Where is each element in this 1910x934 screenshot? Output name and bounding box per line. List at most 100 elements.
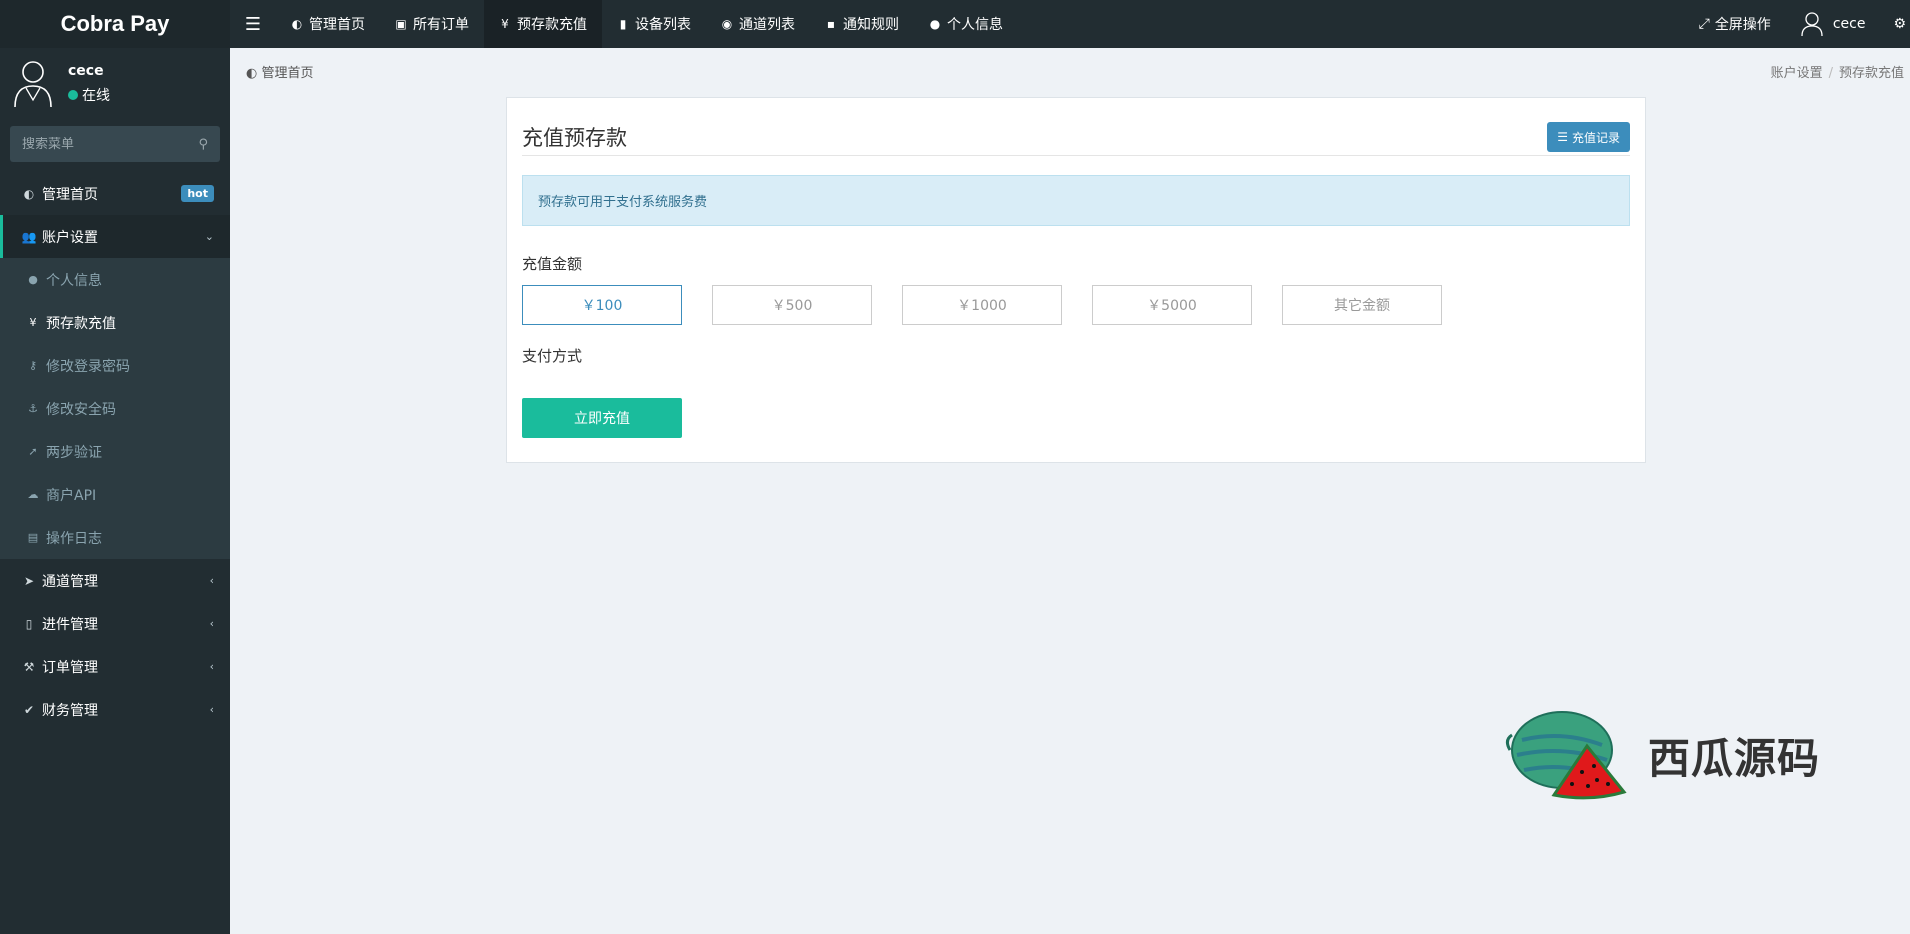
topnav-orders[interactable]: ▣ 所有订单 (380, 0, 484, 48)
amount-option-other[interactable]: 其它金额 (1282, 285, 1442, 325)
deposit-panel: 充值预存款 ☰ 充值记录 预存款可用于支付系统服务费 充值金额 ￥100 ￥500… (506, 97, 1646, 463)
amount-option-100[interactable]: ￥100 (522, 285, 682, 325)
channel-icon: ◉ (721, 17, 733, 31)
user-menu[interactable]: cece (1785, 0, 1880, 48)
topnav-label: 管理首页 (309, 17, 365, 33)
avatar (14, 61, 52, 108)
chevron-left-icon: ‹ (209, 617, 214, 630)
sidebar-item-finance[interactable]: ✔ 财务管理 ‹ (0, 688, 230, 731)
topnav-profile[interactable]: ● 个人信息 (914, 0, 1018, 48)
menu-search-input[interactable] (22, 136, 199, 152)
sidebar-subitem-login-password[interactable]: ⚷ 修改登录密码 (0, 344, 230, 387)
yen-icon: ¥ (29, 316, 37, 329)
sidebar-search: ⚲ (10, 126, 220, 162)
page-title: 充值预存款 (522, 126, 627, 150)
subitem-label: 预存款充值 (46, 315, 116, 332)
rocket-icon: ➚ (28, 445, 38, 458)
sidebar-item-orders[interactable]: ⚒ 订单管理 ‹ (0, 645, 230, 688)
menu-icon: ☰ (244, 13, 262, 35)
title-divider (522, 155, 1630, 156)
top-right-actions: ⤢ 全屏操作 cece ⚙ (1685, 0, 1910, 48)
fullscreen-button[interactable]: ⤢ 全屏操作 (1685, 0, 1785, 48)
breadcrumb-home[interactable]: ◐ 管理首页 (246, 62, 314, 81)
recharge-now-button[interactable]: 立即充值 (522, 398, 682, 438)
sidebar-item-label: 通道管理 (42, 573, 98, 590)
breadcrumb-separator: / (1828, 66, 1833, 81)
sidebar-subitem-profile[interactable]: ● 个人信息 (0, 258, 230, 301)
search-icon[interactable]: ⚲ (198, 137, 208, 152)
gears-icon: ⚙ (1893, 16, 1906, 32)
topnav-channels[interactable]: ◉ 通道列表 (706, 0, 810, 48)
topnav-label: 通知规则 (843, 17, 899, 33)
sidebar-item-account[interactable]: 👥 账户设置 ⌄ (0, 215, 230, 258)
sidebar-subitem-2fa[interactable]: ➚ 两步验证 (0, 430, 230, 473)
amount-label: 充值金额 (522, 255, 583, 273)
chevron-left-icon: ‹ (209, 660, 214, 673)
deposit-record-button[interactable]: ☰ 充值记录 (1547, 122, 1630, 152)
sidebar: cece 在线 ⚲ ◐ 管理首页 hot 👥 账户设置 ⌄ ● 个人信息 ¥ 预存款… (0, 48, 230, 934)
breadcrumb-home-label: 管理首页 (261, 66, 314, 81)
topnav-deposit[interactable]: ¥ 预存款充值 (484, 0, 602, 48)
sidebar-item-channels[interactable]: ➤ 通道管理 ‹ (0, 559, 230, 602)
chevron-left-icon: ‹ (209, 574, 214, 587)
record-button-label: 充值记录 (1571, 130, 1620, 145)
user-circle-icon: ● (929, 17, 941, 31)
list-icon: ☰ (1557, 130, 1568, 144)
amount-option-5000[interactable]: ￥5000 (1092, 285, 1252, 325)
sidebar-subitem-logs[interactable]: ▤ 操作日志 (0, 516, 230, 559)
brand-logo[interactable]: Cobra Pay (0, 0, 230, 48)
main-content: ◐ 管理首页 账户设置 / 预存款充值 充值预存款 ☰ 充值记录 预存款可用于支付系统… (230, 48, 1910, 934)
hot-badge: hot (181, 185, 214, 202)
sidebar-item-label: 进件管理 (42, 616, 98, 633)
topnav-devices[interactable]: ▮ 设备列表 (602, 0, 706, 48)
topnav-dashboard[interactable]: ◐ 管理首页 (276, 0, 380, 48)
online-dot-icon (68, 90, 78, 100)
topnav-label: 通道列表 (739, 17, 795, 33)
topnav-label: 所有订单 (413, 17, 469, 33)
sidebar-item-label: 财务管理 (42, 702, 98, 719)
vk-icon: ✔ (23, 702, 35, 717)
expand-icon: ⤢ (1698, 16, 1710, 32)
sidebar-item-onboarding[interactable]: ▯ 进件管理 ‹ (0, 602, 230, 645)
amount-option-1000[interactable]: ￥1000 (902, 285, 1062, 325)
top-nav: ◐ 管理首页 ▣ 所有订单 ¥ 预存款充值 ▮ 设备列表 ◉ 通道列表 ▪ 通知规则 ● 个人… (276, 0, 1018, 48)
gavel-icon: ⚒ (23, 659, 35, 674)
dashboard-icon: ◐ (23, 186, 35, 201)
watermark-text: 西瓜源码 (1648, 733, 1821, 783)
amount-options: ￥100 ￥500 ￥1000 ￥5000 其它金额 (522, 285, 1472, 325)
topnav-rules[interactable]: ▪ 通知规则 (810, 0, 914, 48)
sidebar-item-home[interactable]: ◐ 管理首页 hot (0, 172, 230, 215)
subitem-label: 商户API (46, 487, 97, 504)
topnav-label: 设备列表 (635, 17, 691, 33)
avatar (1801, 12, 1823, 37)
dashboard-icon: ◐ (246, 66, 258, 81)
user-name: cece (68, 63, 104, 79)
sidebar-toggle-button[interactable]: ☰ (230, 0, 276, 48)
fullscreen-label: 全屏操作 (1714, 17, 1771, 33)
users-icon: 👥 (21, 229, 37, 244)
chevron-down-icon: ⌄ (204, 230, 214, 243)
settings-button[interactable]: ⚙ (1879, 0, 1910, 48)
topnav-label: 个人信息 (947, 17, 1003, 33)
orders-icon: ▣ (395, 17, 407, 31)
watermark: 西瓜源码 (1502, 710, 1820, 800)
info-alert: 预存款可用于支付系统服务费 (522, 175, 1630, 226)
document-icon: ▯ (25, 616, 33, 631)
paper-plane-icon: ➤ (23, 573, 35, 588)
topnav-label: 预存款充值 (517, 17, 587, 33)
amount-option-500[interactable]: ￥500 (712, 285, 872, 325)
status-label: 在线 (82, 88, 110, 104)
sidebar-subitem-deposit[interactable]: ¥ 预存款充值 (0, 301, 230, 344)
sidebar-subitem-security-code[interactable]: ⚓ 修改安全码 (0, 387, 230, 430)
chevron-left-icon: ‹ (209, 703, 214, 716)
subitem-label: 修改安全码 (46, 401, 116, 418)
user-status: 在线 (68, 85, 110, 105)
subitem-label: 个人信息 (46, 272, 102, 289)
sidebar-subitem-api[interactable]: ☁ 商户API (0, 473, 230, 516)
username-label: cece (1832, 16, 1866, 32)
anchor-icon: ⚓ (28, 402, 38, 415)
breadcrumb-item[interactable]: 账户设置 (1771, 66, 1823, 81)
device-icon: ▮ (619, 17, 627, 31)
key-icon: ⚷ (28, 359, 38, 372)
sidebar-item-label: 管理首页 (42, 186, 98, 203)
